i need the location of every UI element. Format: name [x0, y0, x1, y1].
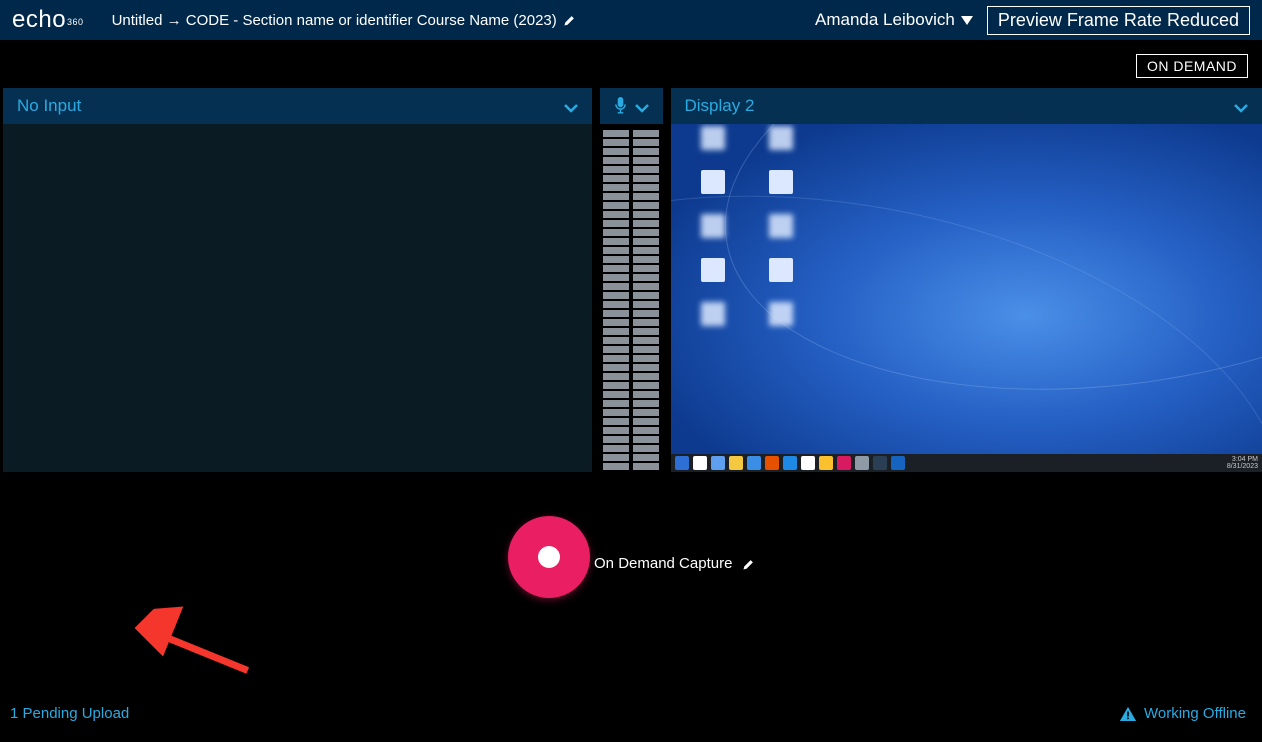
record-button[interactable]: [508, 516, 590, 598]
search-icon: [693, 456, 707, 470]
app-icon: [891, 456, 905, 470]
breadcrumb: Untitled → CODE - Section name or identi…: [112, 12, 575, 29]
offline-status: Working Offline: [1120, 705, 1246, 722]
chevron-down-icon: [635, 99, 649, 113]
pending-uploads-label: 1 Pending Upload: [10, 705, 129, 722]
preview-panels: No Input: [0, 88, 1262, 472]
audio-column: [600, 88, 663, 472]
app-icon: [837, 456, 851, 470]
user-menu[interactable]: Amanda Leibovich: [815, 10, 973, 30]
capture-caption: On Demand Capture: [594, 555, 732, 572]
pending-uploads-link[interactable]: 1 Pending Upload: [10, 705, 129, 722]
logo-main: echo: [12, 6, 66, 34]
user-name: Amanda Leibovich: [815, 10, 955, 30]
start-icon: [675, 456, 689, 470]
footer: 1 Pending Upload Working Offline: [0, 687, 1262, 742]
app-icon: [801, 456, 815, 470]
record-area: On Demand Capture: [0, 516, 1262, 598]
app-icon: [855, 456, 869, 470]
logo: echo360: [12, 6, 84, 34]
mic-icon: [614, 97, 627, 115]
chevron-down-icon: [1234, 99, 1248, 113]
input-left-label: No Input: [17, 96, 556, 116]
panel-right: Display 2: [671, 88, 1262, 472]
chrome-icon: [819, 456, 833, 470]
caret-down-icon: [961, 16, 973, 25]
offline-label: Working Offline: [1144, 705, 1246, 722]
breadcrumb-text: Untitled → CODE - Section name or identi…: [112, 12, 557, 29]
explorer-icon: [729, 456, 743, 470]
edit-icon[interactable]: [742, 558, 754, 570]
app-icon: [747, 456, 761, 470]
logo-sub: 360: [67, 17, 84, 27]
badge-row: ON DEMAND: [0, 40, 1262, 88]
warning-icon: [1120, 707, 1136, 721]
frame-rate-reduced-button[interactable]: Preview Frame Rate Reduced: [987, 6, 1250, 35]
app-icon: [765, 456, 779, 470]
input-right-label: Display 2: [685, 96, 1227, 116]
on-demand-badge: ON DEMAND: [1136, 54, 1248, 78]
panel-left: No Input: [3, 88, 592, 472]
app-header: echo360 Untitled → CODE - Section name o…: [0, 0, 1262, 40]
chevron-down-icon: [564, 99, 578, 113]
record-icon: [538, 546, 560, 568]
frame-rate-label: Preview Frame Rate Reduced: [998, 10, 1239, 30]
left-preview: [3, 124, 592, 472]
audio-input-selector[interactable]: [600, 88, 663, 124]
edit-icon[interactable]: [563, 14, 575, 26]
taskview-icon: [711, 456, 725, 470]
app-icon: [873, 456, 887, 470]
audio-meter: [600, 124, 663, 472]
taskbar: 3:04 PM 8/31/2023: [671, 454, 1262, 472]
app-icon: [783, 456, 797, 470]
taskbar-clock: 3:04 PM 8/31/2023: [1227, 456, 1258, 470]
header-right: Amanda Leibovich Preview Frame Rate Redu…: [815, 6, 1250, 35]
input-left-selector[interactable]: No Input: [3, 88, 592, 124]
input-right-selector[interactable]: Display 2: [671, 88, 1262, 124]
on-demand-label: ON DEMAND: [1147, 58, 1237, 74]
desktop-icons: [701, 124, 795, 340]
display-preview: 3:04 PM 8/31/2023: [671, 124, 1262, 472]
capture-caption-row: On Demand Capture: [594, 555, 754, 572]
